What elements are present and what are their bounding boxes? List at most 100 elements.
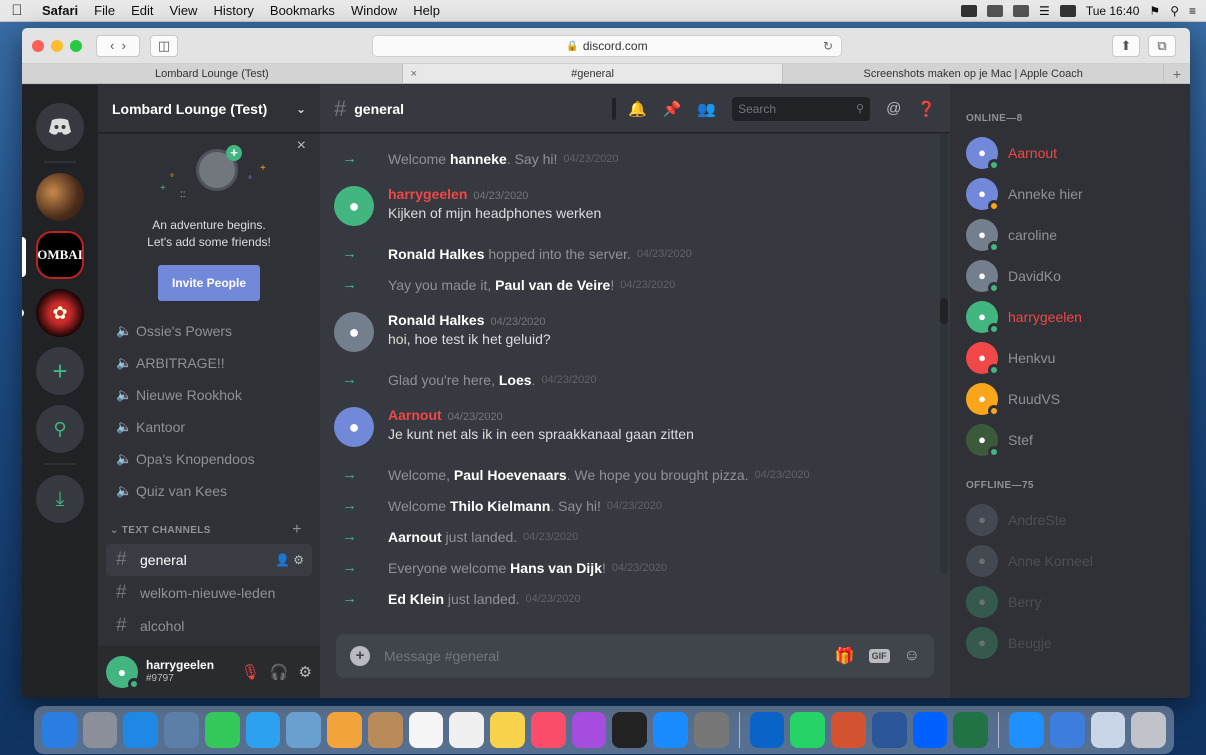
gear-icon[interactable]: ⚙	[299, 663, 312, 681]
safari-icon[interactable]	[123, 712, 159, 748]
voice-channel-item[interactable]: 🔈 Quiz van Kees	[106, 475, 312, 507]
members-icon[interactable]: 👥	[697, 100, 716, 118]
voice-channel-item[interactable]: 🔈 ARBITRAGE!!	[106, 347, 312, 379]
member-name[interactable]: Aarnout	[388, 529, 442, 545]
close-window-button[interactable]	[32, 39, 44, 52]
member-item[interactable]: ● Anneke hier	[966, 173, 1182, 214]
voice-channel-item[interactable]: 🔈 Nieuwe Rookhok	[106, 379, 312, 411]
scrollbar[interactable]	[940, 133, 948, 574]
headphones-icon[interactable]: 🎧	[270, 663, 289, 681]
invite-people-button[interactable]: Invite People	[158, 265, 260, 301]
powerpoint-icon[interactable]	[831, 712, 866, 748]
voice-channel-item[interactable]: 🔈 Opa's Knopendoos	[106, 443, 312, 475]
server-icon-red[interactable]: ✿	[22, 289, 84, 337]
share-icon[interactable]: ⬆	[1112, 34, 1140, 57]
flag-icon[interactable]: ⚑	[1149, 4, 1160, 18]
address-bar[interactable]: 🔒 discord.com ↻	[372, 35, 842, 57]
invite-icon[interactable]: 👤	[275, 553, 290, 567]
member-item[interactable]: ● Berry	[966, 581, 1182, 622]
outlook-icon[interactable]	[749, 712, 785, 748]
photos-flower-icon[interactable]	[327, 712, 362, 748]
member-item[interactable]: ● Anne Korneel	[966, 540, 1182, 581]
reminders-icon[interactable]	[449, 712, 485, 748]
notification-center-icon[interactable]: ≡	[1189, 4, 1196, 18]
member-item[interactable]: ● RuudVS	[966, 378, 1182, 419]
text-channel-general[interactable]: # general 👤 ⚙	[106, 544, 312, 576]
user-names[interactable]: harrygeelen #9797	[146, 659, 214, 685]
scrollbar-thumb[interactable]	[940, 298, 948, 324]
system-preferences-icon[interactable]	[693, 712, 729, 748]
member-item[interactable]: ● Stef	[966, 419, 1182, 460]
menu-edit[interactable]: Edit	[123, 3, 161, 18]
member-item[interactable]: ● Aarnout	[966, 132, 1182, 173]
tab-apple-coach[interactable]: Screenshots maken op je Mac | Apple Coac…	[783, 64, 1165, 83]
text-channels-category[interactable]: ⌄ TEXT CHANNELS +	[106, 507, 312, 543]
word-icon[interactable]	[871, 712, 907, 748]
close-tab-icon[interactable]: ×	[411, 68, 417, 80]
music-icon[interactable]	[530, 712, 566, 748]
help-icon[interactable]: ❓	[917, 100, 936, 118]
podcasts-icon[interactable]	[571, 712, 607, 748]
avatar[interactable]: ●	[106, 656, 140, 690]
discord-home-icon[interactable]	[36, 103, 84, 151]
message-author[interactable]: Aarnout	[388, 407, 442, 423]
member-item[interactable]: ● DavidKo	[966, 255, 1182, 296]
member-item[interactable]: ● caroline	[966, 214, 1182, 255]
app-store-icon[interactable]	[653, 712, 688, 748]
preview-icon[interactable]	[286, 712, 322, 748]
gift-icon[interactable]: 🎁	[835, 646, 855, 666]
apple-menu-icon[interactable]: 	[0, 2, 34, 19]
message-author[interactable]: Ronald Halkes	[388, 312, 484, 328]
teamviewer-icon[interactable]	[961, 4, 978, 17]
preview-folder-icon[interactable]	[1090, 712, 1126, 748]
photos-icon[interactable]	[164, 712, 199, 748]
explore-servers-icon[interactable]: ⚲	[36, 405, 84, 453]
facetime-icon[interactable]	[204, 712, 240, 748]
member-item[interactable]: ● AndreSte	[966, 499, 1182, 540]
sidebar-toggle-icon[interactable]: ◫	[150, 34, 178, 57]
member-name[interactable]: hanneke	[450, 151, 507, 167]
mentions-icon[interactable]: @	[886, 100, 901, 117]
documents-icon[interactable]	[1049, 712, 1085, 748]
member-name[interactable]: Loes	[499, 372, 532, 388]
launchpad-icon[interactable]	[82, 712, 118, 748]
server-icon-lombard[interactable]: OMBAI	[22, 231, 84, 279]
tabs-overview-icon[interactable]: ⧉	[1148, 34, 1176, 57]
back-forward-buttons[interactable]: ‹ ›	[96, 34, 140, 57]
spotlight-icon[interactable]: ⚲	[1170, 4, 1179, 18]
menu-file[interactable]: File	[86, 3, 123, 18]
trash-icon[interactable]	[1131, 712, 1167, 748]
zoom-window-button[interactable]	[70, 39, 82, 52]
tv-icon[interactable]	[612, 712, 648, 748]
pin-icon[interactable]: 📌	[663, 100, 682, 118]
message-author[interactable]: harrygeelen	[388, 186, 467, 202]
member-item[interactable]: ● Henkvu	[966, 337, 1182, 378]
minimize-window-button[interactable]	[51, 39, 63, 52]
server-icon-game[interactable]	[36, 173, 84, 221]
mute-microphone-icon[interactable]: 🎙	[241, 663, 260, 681]
server-header[interactable]: Lombard Lounge (Test) ⌄	[98, 85, 320, 133]
tab-lombard[interactable]: Lombard Lounge (Test)	[22, 64, 403, 83]
message-composer[interactable]: + Message #general 🎁 GIF ☺	[336, 634, 934, 678]
dropbox-icon[interactable]	[912, 712, 948, 748]
battery-icon[interactable]	[1059, 4, 1076, 17]
member-name[interactable]: Thilo Kielmann	[450, 498, 550, 514]
whatsapp-icon[interactable]	[790, 712, 826, 748]
menu-help[interactable]: Help	[405, 3, 448, 18]
voice-channel-item[interactable]: 🔈 Kantoor	[106, 411, 312, 443]
member-item[interactable]: ● Beugje	[966, 622, 1182, 663]
menu-window[interactable]: Window	[343, 3, 405, 18]
member-name[interactable]: Ronald Halkes	[388, 246, 484, 262]
avatar[interactable]: ●	[334, 186, 374, 226]
excel-icon[interactable]	[953, 712, 989, 748]
avatar[interactable]: ●	[334, 312, 374, 352]
text-channel-item[interactable]: # welkom-nieuwe-leden	[106, 577, 312, 609]
messages-icon[interactable]	[245, 712, 281, 748]
add-server-icon[interactable]: +	[36, 347, 84, 395]
new-tab-icon[interactable]: +	[1164, 64, 1190, 83]
gif-button[interactable]: GIF	[868, 649, 890, 663]
bell-icon[interactable]: 🔔	[628, 100, 647, 118]
tab-general[interactable]: × #general	[402, 64, 784, 83]
avatar[interactable]: ●	[334, 407, 374, 447]
member-name[interactable]: Paul van de Veire	[495, 277, 610, 293]
